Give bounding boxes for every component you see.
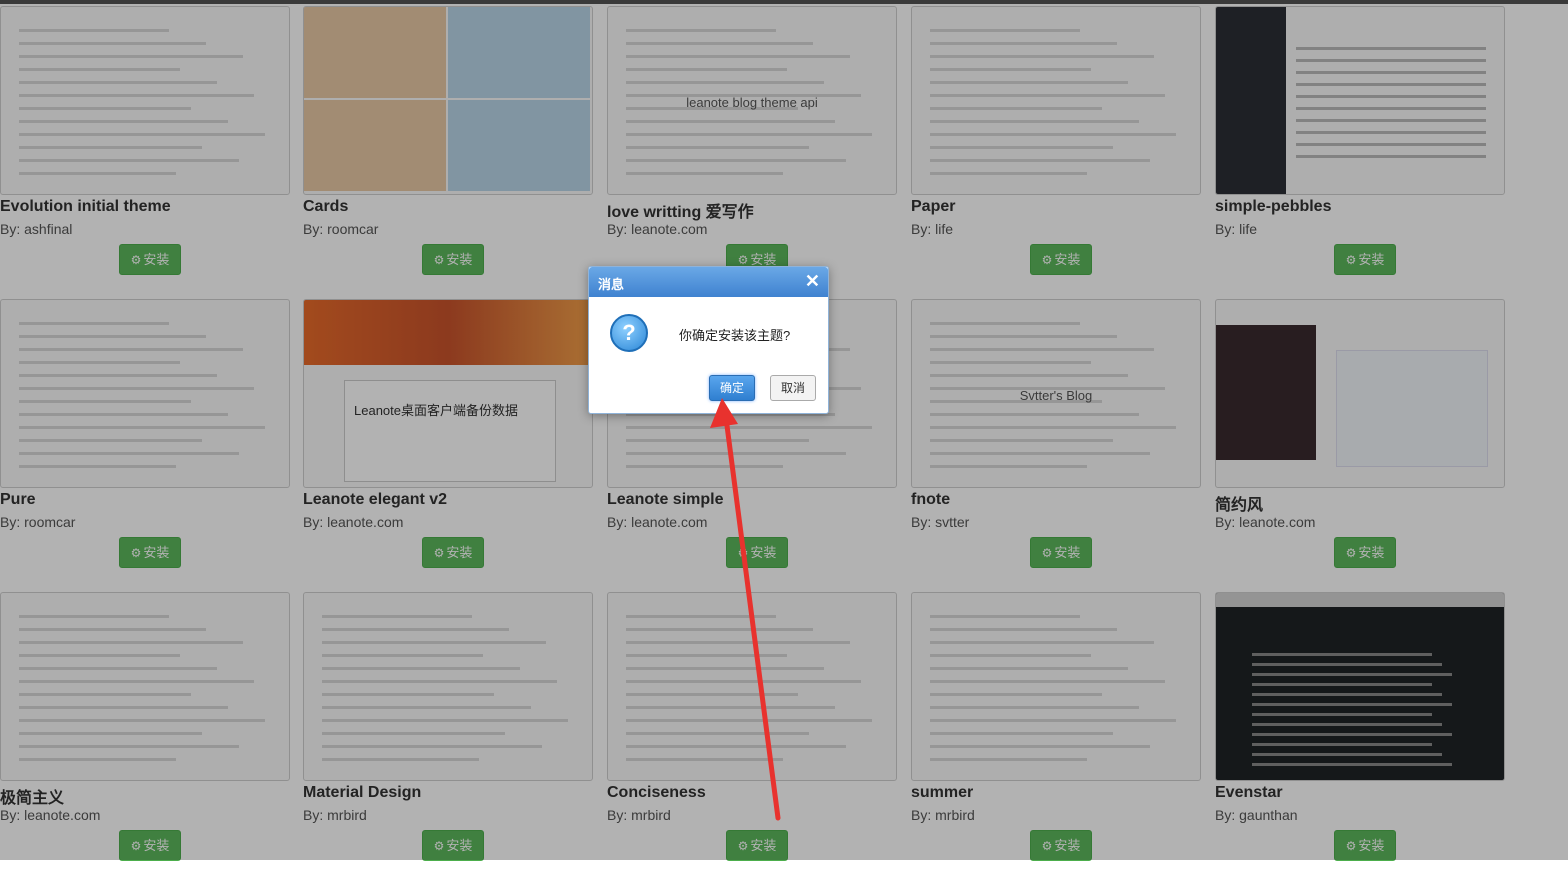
top-strip: [0, 0, 1568, 4]
modal-overlay: [0, 0, 1568, 860]
dialog-message: 你确定安装该主题?: [679, 328, 791, 343]
close-icon[interactable]: ✕: [805, 271, 820, 292]
dialog-header: 消息 ✕: [589, 267, 828, 297]
confirm-button[interactable]: 确定: [709, 375, 755, 401]
cancel-button[interactable]: 取消: [770, 375, 816, 401]
confirm-dialog: 消息 ✕ ? 你确定安装该主题? 确定 取消: [588, 266, 829, 414]
dialog-title: 消息: [598, 277, 625, 292]
question-icon: ?: [610, 314, 648, 352]
